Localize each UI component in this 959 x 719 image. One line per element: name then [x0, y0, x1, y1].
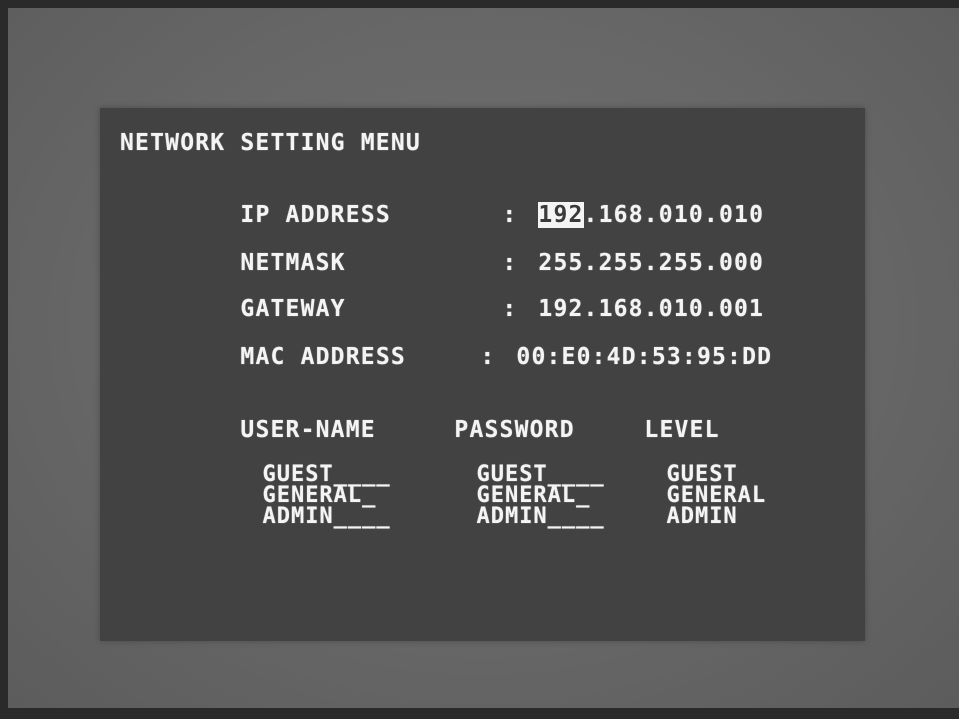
- mac-address-separator: :: [480, 344, 496, 370]
- username-cell[interactable]: ADMIN____: [262, 506, 476, 528]
- password-cell[interactable]: ADMIN____: [476, 506, 666, 528]
- ip-address-value-rest[interactable]: .168.010.010: [584, 202, 765, 228]
- netmask-separator: :: [502, 250, 518, 276]
- mac-address-row: MAC ADDRESS:00:E0:4D:53:95:DD: [120, 323, 772, 392]
- table-row[interactable]: GUEST____ GUEST____ GUEST: [120, 442, 766, 486]
- gateway-separator: :: [502, 296, 518, 322]
- table-row[interactable]: GENERAL_ GENERAL_ GENERAL: [120, 463, 766, 507]
- table-row[interactable]: ADMIN____ ADMIN____ ADMIN: [120, 484, 766, 528]
- mac-address-value: 00:E0:4D:53:95:DD: [516, 344, 773, 370]
- netmask-label: NETMASK: [240, 250, 346, 276]
- password-column-header: PASSWORD: [454, 417, 575, 443]
- monitor-bezel: NETWORK SETTING MENU IP ADDRESS:192.168.…: [0, 0, 959, 719]
- ip-address-selected-octet[interactable]: 192: [538, 202, 584, 228]
- gateway-value[interactable]: 192.168.010.001: [538, 296, 764, 322]
- network-setting-menu: NETWORK SETTING MENU IP ADDRESS:192.168.…: [100, 108, 865, 641]
- ip-address-separator: :: [502, 202, 518, 228]
- username-column-header: USER-NAME: [240, 417, 376, 443]
- level-column-header: LEVEL: [644, 417, 720, 443]
- menu-title: NETWORK SETTING MENU: [120, 130, 421, 156]
- netmask-value[interactable]: 255.255.255.000: [538, 250, 764, 276]
- mac-address-label: MAC ADDRESS: [240, 344, 406, 370]
- ip-address-label: IP ADDRESS: [240, 202, 391, 228]
- user-table: GUEST____ GUEST____ GUEST GENERAL_ GENERAL_…: [120, 442, 766, 528]
- level-cell: ADMIN: [666, 504, 738, 529]
- gateway-label: GATEWAY: [240, 296, 346, 322]
- monitor-screen: NETWORK SETTING MENU IP ADDRESS:192.168.…: [8, 8, 959, 708]
